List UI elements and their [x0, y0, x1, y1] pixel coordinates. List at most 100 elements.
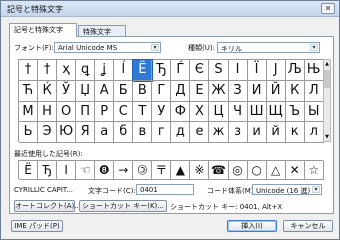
symbol-cell[interactable]: Љ	[285, 60, 305, 81]
recent-symbols-grid[interactable]: Ë Ђ I ☜ ❽ → 🄯 〒 ▲ ※ ☎ ◎ ○ △ ✕ ☆	[18, 160, 324, 180]
subset-select[interactable]: キリル ▾	[217, 42, 320, 53]
symbol-cell[interactable]: ꝗ	[76, 60, 96, 81]
symbol-cell[interactable]: О	[57, 101, 77, 123]
recent-symbol-cell[interactable]: ◎	[228, 161, 248, 180]
symbol-cell[interactable]: Ф	[171, 101, 191, 123]
recent-symbol-cell[interactable]: →	[114, 161, 134, 180]
symbol-cell[interactable]: Ї	[247, 60, 267, 81]
symbol-cell[interactable]: е	[190, 122, 210, 143]
symbol-cell[interactable]: Р	[95, 101, 115, 123]
recent-symbol-cell[interactable]: 〒	[152, 161, 172, 180]
scroll-up-icon[interactable]: ▲	[324, 60, 330, 68]
symbol-cell[interactable]: А	[95, 80, 115, 102]
symbol-cell[interactable]: Е	[190, 80, 210, 102]
symbol-cell[interactable]: ĺ	[114, 60, 134, 81]
symbol-cell[interactable]: З	[228, 80, 248, 102]
symbol-cell[interactable]: Ж	[209, 80, 229, 102]
symbol-cell[interactable]: й	[266, 122, 286, 143]
recent-symbol-cell[interactable]: △	[266, 161, 286, 180]
symbol-cell[interactable]: Ќ	[38, 80, 58, 102]
symbol-cell[interactable]: д	[171, 122, 191, 143]
symbol-cell[interactable]: Б	[114, 80, 134, 102]
symbol-cell[interactable]: Ћ	[19, 80, 39, 102]
font-select[interactable]: Arial Unicode MS ▾	[54, 42, 161, 53]
symbol-cell[interactable]: л	[304, 122, 324, 143]
symbol-cell[interactable]: К	[285, 80, 305, 102]
symbol-cell[interactable]: а	[95, 122, 115, 143]
recent-symbol-cell[interactable]: ✕	[285, 161, 305, 180]
symbol-cell[interactable]: в	[133, 122, 153, 143]
symbol-cell[interactable]: Д	[171, 80, 191, 102]
symbol-cell[interactable]: Ј	[266, 60, 286, 81]
symbol-cell[interactable]: ҳ	[57, 60, 77, 81]
shortcut-key-button[interactable]: ショートカット キー(K)...	[79, 200, 167, 212]
selected-symbol-cell[interactable]: Ë	[132, 59, 154, 82]
symbol-cell[interactable]: Й	[266, 80, 286, 102]
symbol-grid-scrollbar[interactable]: ▲ ▼	[323, 59, 331, 142]
symbol-cell[interactable]: Щ	[266, 101, 286, 123]
symbol-cell[interactable]: Ђ	[152, 60, 172, 81]
recent-symbol-cell[interactable]: ☎	[209, 161, 229, 180]
symbol-cell[interactable]: П	[76, 101, 96, 123]
symbol-cell[interactable]: Ц	[209, 101, 229, 123]
symbol-cell[interactable]: б	[114, 122, 134, 143]
chevron-down-icon: ▾	[310, 44, 318, 51]
symbol-cell[interactable]: Ъ	[285, 101, 305, 123]
recent-symbol-cell[interactable]: ○	[247, 161, 267, 180]
symbol-cell[interactable]: М	[19, 101, 39, 123]
ime-pad-button[interactable]: IME パッド(P)	[11, 220, 63, 232]
cancel-button[interactable]: キャンセル	[283, 220, 333, 232]
symbol-cell[interactable]: Ы	[304, 101, 324, 123]
symbol-cell[interactable]: Ь	[19, 122, 39, 143]
symbol-cell[interactable]: В	[133, 80, 153, 102]
recent-symbols-label: 最近使用した記号(R):	[14, 150, 83, 158]
symbol-cell[interactable]: Ю	[57, 122, 77, 143]
code-system-select[interactable]: Unicode (16 進) ▾	[252, 184, 322, 195]
symbol-cell[interactable]: Т	[133, 101, 153, 123]
symbol-cell[interactable]: Њ	[304, 60, 324, 81]
recent-symbol-cell[interactable]: ▲	[171, 161, 191, 180]
symbol-cell[interactable]: Џ	[76, 80, 96, 102]
symbol-cell[interactable]: Ѕ	[209, 60, 229, 81]
symbol-cell[interactable]: І	[228, 60, 248, 81]
tab-symbols[interactable]: 記号と特殊文字	[9, 23, 77, 37]
font-label: フォント(F):	[14, 44, 54, 52]
scroll-down-icon[interactable]: ▼	[324, 133, 330, 141]
symbol-cell[interactable]: Ѓ	[171, 60, 191, 81]
symbol-cell[interactable]: †	[19, 60, 39, 81]
symbol-cell[interactable]: г	[152, 122, 172, 143]
autocorrect-button[interactable]: オートコレクト(A)...	[14, 200, 81, 212]
recent-symbol-cell[interactable]: ※	[190, 161, 210, 180]
recent-symbol-cell[interactable]: I	[57, 161, 77, 180]
symbol-cell[interactable]: Э	[38, 122, 58, 143]
insert-button[interactable]: 挿入(I)	[227, 220, 277, 232]
symbol-cell[interactable]: ж	[209, 122, 229, 143]
scroll-thumb[interactable]	[324, 70, 330, 88]
symbol-cell[interactable]: и	[247, 122, 267, 143]
symbol-cell[interactable]: Х	[190, 101, 210, 123]
symbol-cell[interactable]: ʝ	[95, 60, 115, 81]
symbol-cell[interactable]: Є	[190, 60, 210, 81]
symbol-cell[interactable]: Л	[304, 80, 324, 102]
close-button[interactable]: ✕	[321, 3, 335, 14]
recent-symbol-cell[interactable]: ☆	[304, 161, 324, 180]
recent-symbol-cell[interactable]: 🄯	[133, 161, 153, 180]
recent-symbol-cell[interactable]: ☜	[76, 161, 96, 180]
symbol-cell[interactable]: Н	[38, 101, 58, 123]
character-code-field[interactable]: 0401	[136, 184, 194, 195]
symbol-cell[interactable]: к	[285, 122, 305, 143]
symbol-cell[interactable]: Г	[152, 80, 172, 102]
symbol-cell[interactable]: У	[152, 101, 172, 123]
symbol-cell[interactable]: С	[114, 101, 134, 123]
symbol-cell[interactable]: Ш	[247, 101, 267, 123]
symbol-cell[interactable]: †	[38, 60, 58, 81]
symbol-cell[interactable]: Я	[76, 122, 96, 143]
symbol-cell[interactable]: И	[247, 80, 267, 102]
recent-symbol-cell[interactable]: Ë	[19, 161, 39, 180]
symbol-cell[interactable]: з	[228, 122, 248, 143]
symbol-grid[interactable]: † † ҳ ꝗ ʝ ĺ Ë Ђ Ѓ Є Ѕ І Ї Ј Љ Њ Ћ Ќ Ў Џ …	[18, 59, 324, 143]
recent-symbol-cell[interactable]: ❽	[95, 161, 115, 180]
symbol-cell[interactable]: Ч	[228, 101, 248, 123]
symbol-cell[interactable]: Ў	[57, 80, 77, 102]
recent-symbol-cell[interactable]: Ђ	[38, 161, 58, 180]
